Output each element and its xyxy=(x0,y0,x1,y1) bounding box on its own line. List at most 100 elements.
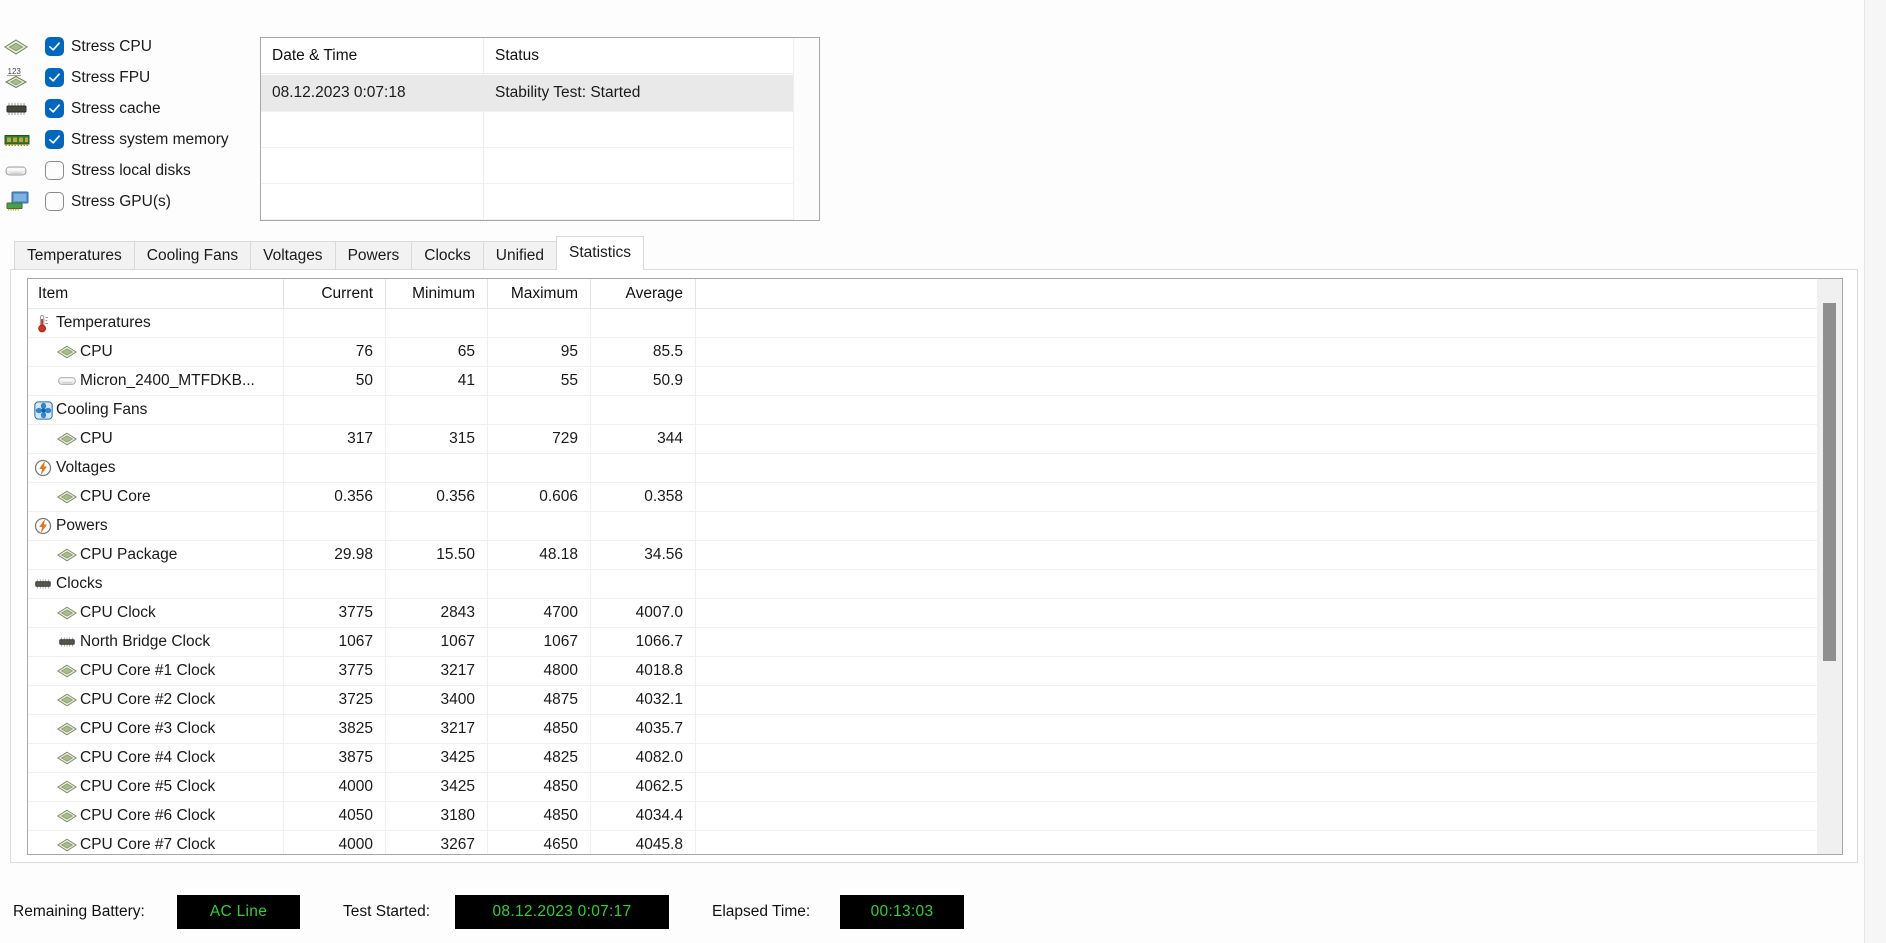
stats-cell-current xyxy=(284,570,386,598)
log-scrollbar-track[interactable] xyxy=(793,38,819,220)
stats-item-row[interactable]: North Bridge Clock1067106710671066.7 xyxy=(28,628,1842,657)
tab-powers[interactable]: Powers xyxy=(336,241,413,270)
cpu-chip-icon xyxy=(57,748,77,768)
stats-column-header-item[interactable]: Item xyxy=(28,279,284,309)
fan-icon xyxy=(33,400,53,420)
stats-cell-item: CPU Core #6 Clock xyxy=(28,802,284,830)
stats-item-row[interactable]: Micron_2400_MTFDKB...50415550.9 xyxy=(28,367,1842,396)
tab-statistics[interactable]: Statistics xyxy=(556,236,644,270)
stats-group-row[interactable]: Cooling Fans xyxy=(28,396,1842,425)
stress-system-memory-checkbox[interactable] xyxy=(45,130,64,149)
stress-local-disks-label[interactable]: Stress local disks xyxy=(71,162,191,180)
stats-cell-minimum xyxy=(386,454,488,482)
tab-voltages[interactable]: Voltages xyxy=(251,241,335,270)
stats-cell-maximum: 4850 xyxy=(488,802,591,830)
tab-clocks[interactable]: Clocks xyxy=(412,241,484,270)
stats-cell-minimum: 3267 xyxy=(386,831,488,855)
elapsed-time-label: Elapsed Time: xyxy=(712,895,810,929)
cpu-chip-icon xyxy=(57,487,77,507)
stats-item-row[interactable]: CPU Core #1 Clock3775321748004018.8 xyxy=(28,657,1842,686)
stats-cell-current: 29.98 xyxy=(284,541,386,569)
stats-item-row[interactable]: CPU Package29.9815.5048.1834.56 xyxy=(28,541,1842,570)
stats-cell-maximum: 4850 xyxy=(488,715,591,743)
log-row-divider xyxy=(261,219,793,220)
stress-gpus-row: Stress GPU(s) xyxy=(0,186,256,217)
stats-item-row[interactable]: CPU76659585.5 xyxy=(28,338,1842,367)
stats-cell-maximum xyxy=(488,454,591,482)
log-column-header-status[interactable]: Status xyxy=(495,38,539,74)
stats-cell-item: North Bridge Clock xyxy=(28,628,284,656)
statistics-table: Item Current Minimum Maximum Average Tem… xyxy=(27,278,1843,855)
stress-cache-label[interactable]: Stress cache xyxy=(71,100,161,118)
stats-item-row[interactable]: CPU Core #6 Clock4050318048504034.4 xyxy=(28,802,1842,831)
stats-cell-item: CPU Clock xyxy=(28,599,284,627)
stats-item-label: CPU Clock xyxy=(80,599,156,627)
stats-cell-average: 85.5 xyxy=(591,338,696,366)
stress-cpu-checkbox[interactable] xyxy=(45,37,64,56)
stats-cell-filler xyxy=(696,367,1842,395)
stats-scrollbar-thumb[interactable] xyxy=(1823,303,1836,661)
stats-cell-minimum: 3217 xyxy=(386,715,488,743)
stats-item-row[interactable]: CPU Core0.3560.3560.6060.358 xyxy=(28,483,1842,512)
stats-column-header-minimum[interactable]: Minimum xyxy=(386,279,488,309)
test-started-label: Test Started: xyxy=(343,895,430,929)
stats-cell-filler xyxy=(696,309,1842,337)
tab-unified[interactable]: Unified xyxy=(484,241,557,270)
stats-cell-filler xyxy=(696,483,1842,511)
stats-item-label: North Bridge Clock xyxy=(80,628,210,656)
cpu-chip-icon xyxy=(57,719,77,739)
stress-fpu-checkbox[interactable] xyxy=(45,68,64,87)
stats-cell-maximum: 55 xyxy=(488,367,591,395)
stats-cell-item: CPU Core #5 Clock xyxy=(28,773,284,801)
stats-item-label: CPU xyxy=(80,425,113,453)
stats-cell-item: CPU Package xyxy=(28,541,284,569)
stats-item-row[interactable]: CPU Core #2 Clock3725340048754032.1 xyxy=(28,686,1842,715)
cpu-chip-icon xyxy=(57,545,77,565)
stress-fpu-label[interactable]: Stress FPU xyxy=(71,69,150,87)
stats-group-row[interactable]: Powers xyxy=(28,512,1842,541)
stats-cell-maximum: 4850 xyxy=(488,773,591,801)
stats-cell-filler xyxy=(696,570,1842,598)
stats-cell-current: 50 xyxy=(284,367,386,395)
stats-group-row[interactable]: Voltages xyxy=(28,454,1842,483)
stress-local-disks-checkbox[interactable] xyxy=(45,161,64,180)
stats-item-row[interactable]: CPU Core #5 Clock4000342548504062.5 xyxy=(28,773,1842,802)
test-started-display: 08.12.2023 0:07:17 xyxy=(455,895,669,929)
stats-item-row[interactable]: CPU Core #3 Clock3825321748504035.7 xyxy=(28,715,1842,744)
stats-cell-average: 4034.4 xyxy=(591,802,696,830)
event-log-header: Date & Time Status xyxy=(261,38,819,74)
stress-gpus-checkbox[interactable] xyxy=(45,192,64,211)
stats-cell-filler xyxy=(696,802,1842,830)
stats-item-label: CPU xyxy=(80,338,113,366)
stats-cell-minimum: 15.50 xyxy=(386,541,488,569)
stress-gpus-label[interactable]: Stress GPU(s) xyxy=(71,193,171,211)
stats-item-label: CPU Package xyxy=(80,541,177,569)
stats-item-label: CPU Core xyxy=(80,483,151,511)
stats-item-row[interactable]: CPU Core #4 Clock3875342548254082.0 xyxy=(28,744,1842,773)
stats-cell-average: 4035.7 xyxy=(591,715,696,743)
stats-group-row[interactable]: Clocks xyxy=(28,570,1842,599)
stress-cpu-label[interactable]: Stress CPU xyxy=(71,38,152,56)
stats-cell-average: 34.56 xyxy=(591,541,696,569)
stats-cell-minimum: 3180 xyxy=(386,802,488,830)
tab-cooling-fans[interactable]: Cooling Fans xyxy=(135,241,251,270)
log-column-header-date-time[interactable]: Date & Time xyxy=(272,38,357,74)
stats-item-row[interactable]: CPU Clock3775284347004007.0 xyxy=(28,599,1842,628)
stats-cell-minimum: 3425 xyxy=(386,744,488,772)
stats-group-row[interactable]: Temperatures xyxy=(28,309,1842,338)
stress-cache-row: Stress cache xyxy=(0,93,256,124)
stats-column-header-average[interactable]: Average xyxy=(591,279,696,309)
stats-item-row[interactable]: CPU Core #7 Clock4000326746504045.8 xyxy=(28,831,1842,855)
stats-item-label: Voltages xyxy=(56,454,115,482)
tab-temperatures[interactable]: Temperatures xyxy=(14,241,135,270)
stats-cell-filler xyxy=(696,715,1842,743)
log-row[interactable]: 08.12.2023 0:07:18Stability Test: Starte… xyxy=(261,75,793,111)
stats-item-row[interactable]: CPU317315729344 xyxy=(28,425,1842,454)
stats-column-header-maximum[interactable]: Maximum xyxy=(488,279,591,309)
stats-cell-average: 4018.8 xyxy=(591,657,696,685)
stats-item-label: Clocks xyxy=(56,570,103,598)
stats-scrollbar-track[interactable] xyxy=(1817,279,1842,854)
stress-cache-checkbox[interactable] xyxy=(45,99,64,118)
stats-column-header-current[interactable]: Current xyxy=(284,279,386,309)
stress-system-memory-label[interactable]: Stress system memory xyxy=(71,131,229,149)
